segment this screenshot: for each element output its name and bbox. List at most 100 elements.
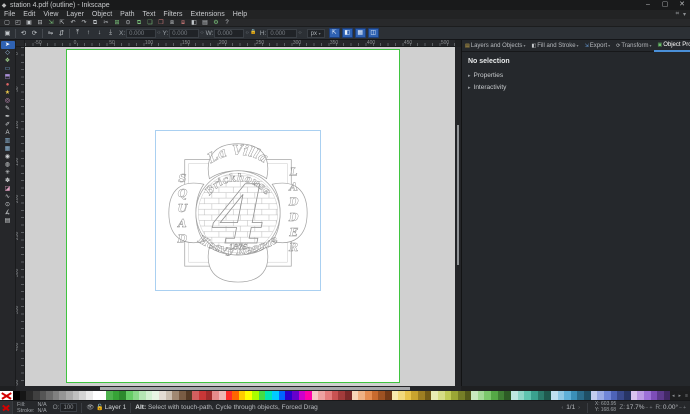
color-swatch[interactable]	[159, 391, 166, 400]
unit-selector[interactable]: px ▾	[306, 28, 325, 38]
color-swatch[interactable]	[245, 391, 253, 400]
measure-tool-icon[interactable]: ∡	[1, 209, 15, 217]
minimize-button[interactable]: –	[640, 0, 656, 10]
color-swatch[interactable]	[617, 391, 624, 400]
calligraphy-tool-icon[interactable]: ✐	[1, 121, 15, 129]
canvas[interactable]: 4 1876 La Villa Brickhouse Heavy Rescue …	[25, 47, 455, 386]
pencil-tool-icon[interactable]: ✎	[1, 105, 15, 113]
tab-layers-and-objects[interactable]: ▤ Layers and Objects ▾	[462, 40, 528, 52]
3dbox-tool-icon[interactable]: ⬒	[1, 73, 15, 81]
color-swatch[interactable]	[418, 391, 425, 400]
color-swatch[interactable]	[305, 391, 312, 400]
color-swatch[interactable]	[537, 391, 545, 400]
color-swatch[interactable]	[52, 391, 60, 400]
export-icon[interactable]: ⇱	[58, 19, 66, 27]
tab-export[interactable]: ⇲ Export ▾	[582, 40, 614, 52]
snap-toggle-icon[interactable]: ⌗	[676, 11, 679, 18]
color-swatch[interactable]	[391, 391, 399, 400]
opacity-control[interactable]: O: 100	[53, 403, 77, 412]
color-swatch[interactable]	[105, 391, 113, 400]
color-swatch[interactable]	[345, 391, 352, 400]
color-swatch[interactable]	[165, 391, 173, 400]
color-swatch[interactable]	[132, 391, 140, 400]
rotation-control[interactable]: R: 0.00° − +	[655, 404, 686, 411]
lower-icon[interactable]: ↓	[95, 29, 104, 38]
current-style-swatch[interactable]	[0, 401, 13, 414]
copy-icon[interactable]: ⧉	[91, 19, 99, 27]
lock-ratio-icon[interactable]: 🔒	[249, 29, 258, 38]
h-field-value[interactable]: 0.000	[267, 28, 298, 38]
color-swatch[interactable]	[298, 391, 306, 400]
panel-menu-icon[interactable]: ▾	[683, 11, 686, 18]
opacity-value[interactable]: 100	[60, 403, 77, 412]
spinner-icon[interactable]: ‹›	[157, 30, 160, 36]
tab-object-properties[interactable]: ▣Object Properties▾	[654, 40, 690, 52]
layer-lock-icon[interactable]: 🔓	[96, 404, 103, 411]
group-icon[interactable]: ⧈	[168, 19, 176, 27]
spinner-icon[interactable]: ‹›	[298, 30, 301, 36]
zoom-plus-icon[interactable]: +	[649, 405, 652, 411]
tab-transform[interactable]: ⟳ Transform ▾	[613, 40, 654, 52]
color-swatch[interactable]	[331, 391, 339, 400]
fill-stroke-dialog-icon[interactable]: ◧	[190, 19, 198, 27]
duplicate-icon[interactable]: ⧉	[135, 19, 143, 27]
color-swatch[interactable]	[404, 391, 412, 400]
color-swatch[interactable]	[597, 391, 605, 400]
rotation-plus-icon[interactable]: +	[683, 405, 686, 411]
color-swatch[interactable]	[550, 391, 558, 400]
no-color-swatch[interactable]	[0, 391, 13, 400]
document-page[interactable]: 4 1876 La Villa Brickhouse Heavy Rescue …	[66, 49, 400, 383]
color-swatch[interactable]	[484, 391, 492, 400]
color-swatch[interactable]	[364, 391, 372, 400]
open-document-icon[interactable]: ◰	[14, 19, 22, 27]
color-swatch[interactable]	[530, 391, 538, 400]
color-swatch[interactable]	[497, 391, 505, 400]
color-swatch[interactable]	[351, 391, 359, 400]
color-swatch[interactable]	[79, 391, 87, 400]
color-swatch[interactable]	[424, 391, 432, 400]
color-swatch[interactable]	[205, 391, 213, 400]
color-swatch[interactable]	[92, 391, 100, 400]
paste-icon[interactable]: ⊞	[113, 19, 121, 27]
rotation-minus-icon[interactable]: −	[679, 405, 682, 411]
scale-stroke-toggle[interactable]: ⇱	[328, 28, 340, 38]
color-swatch[interactable]	[225, 391, 233, 400]
new-document-icon[interactable]: ▢	[3, 19, 11, 27]
mesh-tool-icon[interactable]: ▦	[1, 145, 15, 153]
palette-scroll-left-icon[interactable]: ◂	[672, 393, 675, 399]
color-swatch[interactable]	[411, 391, 419, 400]
raise-icon[interactable]: ↑	[84, 29, 93, 38]
unlink-clone-icon[interactable]: ❐	[157, 19, 165, 27]
color-swatch[interactable]	[378, 391, 385, 400]
color-swatch[interactable]	[358, 391, 365, 400]
color-swatch[interactable]	[72, 391, 80, 400]
x-field[interactable]: X: 0.000 ‹›	[119, 28, 161, 38]
color-swatch[interactable]	[66, 391, 73, 400]
pages-tool-icon[interactable]: ▤	[1, 217, 15, 225]
color-swatch[interactable]	[517, 391, 525, 400]
preferences-icon[interactable]: ⚙	[212, 19, 220, 27]
color-swatch[interactable]	[504, 391, 512, 400]
page-next-icon[interactable]: ›	[578, 405, 580, 411]
select-all-icon[interactable]: ▣	[3, 29, 12, 38]
color-swatch[interactable]	[604, 391, 611, 400]
color-swatch[interactable]	[192, 391, 199, 400]
color-swatch[interactable]	[238, 391, 246, 400]
color-swatch[interactable]	[564, 391, 571, 400]
color-swatch[interactable]	[438, 391, 445, 400]
color-swatch[interactable]	[384, 391, 392, 400]
section-interactivity[interactable]: ▸ Interactivity	[462, 79, 690, 91]
color-swatch[interactable]	[318, 391, 326, 400]
w-field[interactable]: W: 0.000 ‹›	[206, 28, 249, 38]
connector-tool-icon[interactable]: ∿	[1, 193, 15, 201]
color-swatch[interactable]	[311, 391, 319, 400]
page-prev-icon[interactable]: ‹	[562, 405, 564, 411]
help-icon[interactable]: ?	[223, 19, 231, 27]
import-icon[interactable]: ⇲	[47, 19, 55, 27]
color-swatch[interactable]	[99, 391, 106, 400]
color-swatch[interactable]	[577, 391, 585, 400]
color-swatch[interactable]	[212, 391, 219, 400]
palette-scroll-right-icon[interactable]: ▸	[679, 393, 682, 399]
lower-to-bottom-icon[interactable]: ⤓	[106, 29, 115, 38]
color-swatch[interactable]	[464, 391, 472, 400]
